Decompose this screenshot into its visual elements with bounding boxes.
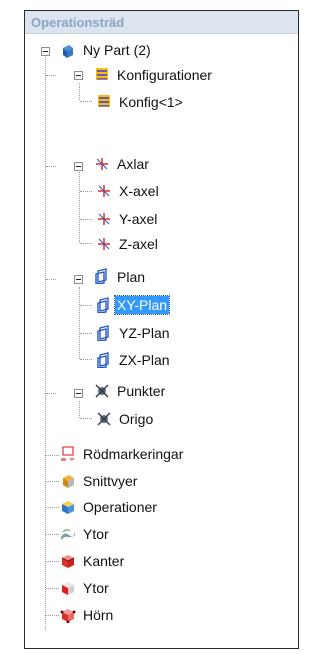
tree-guide: [46, 561, 59, 562]
tree-item-root[interactable]: Ny Part (2): [81, 41, 153, 59]
planes-icon: [95, 268, 107, 284]
tree-item-zx-plane[interactable]: ZX-Plan: [117, 351, 172, 369]
tree-guide: [80, 418, 92, 419]
tree-guide: [45, 52, 46, 630]
tree-guide: [46, 481, 59, 482]
tree-guide: [80, 243, 92, 244]
tree-guide: [80, 359, 92, 360]
tree-guide: [80, 101, 92, 102]
axis-icon: [98, 213, 110, 225]
tree-guide: [80, 305, 92, 306]
configuration-icon: [98, 95, 110, 107]
root-collapse-toggle[interactable]: [41, 47, 50, 56]
configurations-icon: [96, 68, 108, 80]
tree-guide: [80, 191, 92, 192]
axis-icon: [98, 238, 110, 250]
tree-item-configuration[interactable]: Konfig<1>: [117, 93, 185, 111]
tree-guide: [79, 401, 80, 418]
feature-tree-panel: Operationsträd Ny Part (2) Konfiguration…: [24, 10, 299, 649]
tree-guide: [46, 615, 59, 616]
tree-item-origin[interactable]: Origo: [117, 410, 155, 428]
plane-icon: [97, 325, 109, 341]
operations-icon: [62, 501, 74, 514]
tree-item-points[interactable]: Punkter: [115, 382, 167, 400]
tree-item-redlines[interactable]: Rödmarkeringar: [81, 445, 185, 463]
tree-item-axes[interactable]: Axlar: [115, 155, 151, 173]
axis-icon: [98, 185, 110, 197]
plane-icon: [97, 352, 109, 368]
tree-guide: [79, 172, 80, 243]
part-icon: [63, 45, 73, 58]
tree-guide: [79, 287, 80, 359]
tree-item-xy-plane[interactable]: XY-Plan: [113, 295, 171, 315]
axes-collapse-toggle[interactable]: [74, 162, 83, 171]
section-view-icon: [63, 475, 74, 488]
configurations-collapse-toggle[interactable]: [74, 71, 83, 80]
tree-item-section-views[interactable]: Snittvyer: [81, 472, 139, 490]
tree-guide: [46, 75, 56, 76]
tree-guide: [46, 393, 56, 394]
faces-icon: [62, 582, 74, 595]
tree-item-yz-plane[interactable]: YZ-Plan: [117, 324, 172, 342]
tree-item-x-axis[interactable]: X-axel: [117, 182, 161, 200]
edges-icon: [61, 555, 75, 568]
tree-item-edges[interactable]: Kanter: [81, 552, 126, 570]
tree-guide: [80, 333, 92, 334]
tree-guide: [80, 219, 92, 220]
tree-guide: [79, 83, 80, 100]
tree-guide: [46, 507, 59, 508]
surfaces-icon: [61, 529, 75, 540]
tree-item-planes[interactable]: Plan: [115, 268, 147, 286]
tree-item-surfaces[interactable]: Ytor: [81, 525, 111, 543]
panel-title: Operationsträd: [25, 11, 298, 34]
planes-collapse-toggle[interactable]: [74, 275, 83, 284]
redline-icon: [61, 446, 75, 461]
tree-item-y-axis[interactable]: Y-axel: [117, 210, 159, 228]
tree-item-faces[interactable]: Ytor: [81, 579, 111, 597]
points-collapse-toggle[interactable]: [74, 389, 83, 398]
tree-item-configurations[interactable]: Konfigurationer: [115, 66, 214, 84]
tree-guide: [46, 166, 56, 167]
feature-tree[interactable]: Ny Part (2) Konfigurationer Konfig<1> Ax…: [25, 35, 298, 648]
point-icon: [97, 412, 111, 426]
axes-icon: [96, 158, 108, 170]
tree-guide: [46, 588, 59, 589]
tree-guide: [46, 455, 59, 456]
vertices-icon: [60, 609, 76, 623]
tree-item-vertices[interactable]: Hörn: [81, 606, 115, 624]
plane-icon: [97, 297, 109, 313]
tree-item-operations[interactable]: Operationer: [81, 498, 159, 516]
tree-guide: [46, 279, 56, 280]
tree-item-z-axis[interactable]: Z-axel: [117, 235, 160, 253]
points-icon: [95, 384, 109, 398]
tree-guide: [46, 534, 59, 535]
